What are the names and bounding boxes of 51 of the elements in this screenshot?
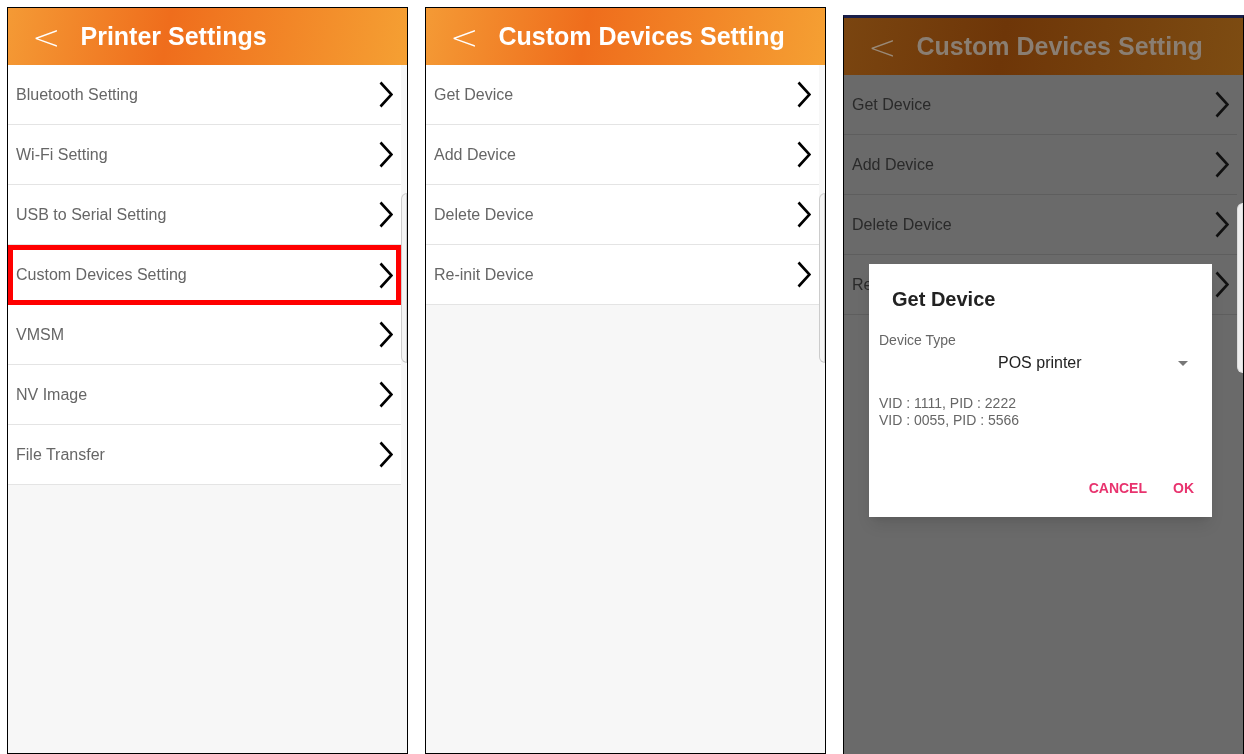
chevron-right-icon [797,201,811,228]
screen-title: Custom Devices Setting [498,20,785,52]
chevron-right-icon [379,261,393,289]
device-id-line: VID : 0055, PID : 5566 [879,412,1021,429]
screen-title: Printer Settings [80,20,267,52]
menu-item[interactable]: Re-init Device [426,245,819,305]
menu-item-label: Get Device [434,84,514,105]
device-type-select[interactable]: POS printer [998,351,1188,375]
field-label: Device Type [879,331,957,350]
chevron-right-icon [379,321,393,348]
menu-item[interactable]: NV Image [8,365,401,425]
chevron-right-icon [1215,91,1229,118]
chevron-right-icon [797,81,811,108]
menu-item-label: Custom Devices Setting [16,265,187,285]
menu-item[interactable]: Get Device [426,65,819,125]
menu-item[interactable]: Add Device [426,125,819,185]
menu-item-label: VMSM [16,324,64,345]
menu-item-label: Bluetooth Setting [16,84,138,105]
chevron-right-icon [379,441,393,468]
menu-item[interactable]: VMSM [8,305,401,365]
chevron-right-icon [797,261,811,288]
menu-item-label: File Transfer [16,444,105,465]
device-id-line: VID : 1111, PID : 2222 [879,395,1017,412]
menu-item[interactable]: Wi-Fi Setting [8,125,401,185]
chevron-right-icon [379,381,393,408]
menu-item-label: Re-init Device [434,264,534,285]
dialog-title: Get Device [891,287,997,312]
menu-item[interactable]: Delete Device [426,185,819,245]
dropdown-caret-icon [1178,360,1188,366]
screen-title: Custom Devices Setting [916,30,1203,62]
menu-item-label: Delete Device [852,214,952,235]
chevron-right-icon [379,81,393,108]
menu-item[interactable]: USB to Serial Setting [8,185,401,245]
menu-item-label: Add Device [434,144,516,165]
menu-item[interactable]: File Transfer [8,425,401,485]
menu-item-label: USB to Serial Setting [16,204,167,225]
chevron-right-icon [1215,271,1229,298]
menu-item-label: Get Device [852,94,932,115]
menu-item[interactable]: Custom Devices Setting [8,245,401,305]
chevron-right-icon [379,201,393,228]
chevron-right-icon [1215,151,1229,178]
menu-item[interactable]: Bluetooth Setting [8,65,401,125]
dialog-button[interactable]: OK [1167,478,1200,499]
dialog-button[interactable]: CANCEL [1082,478,1153,499]
menu-item-label: Delete Device [434,204,534,225]
menu-item-label: NV Image [16,384,88,405]
chevron-right-icon [379,141,393,168]
chevron-right-icon [1215,211,1229,238]
menu-item-label: Add Device [852,154,934,175]
menu-item-label: Wi-Fi Setting [16,144,108,165]
chevron-right-icon [797,141,811,168]
